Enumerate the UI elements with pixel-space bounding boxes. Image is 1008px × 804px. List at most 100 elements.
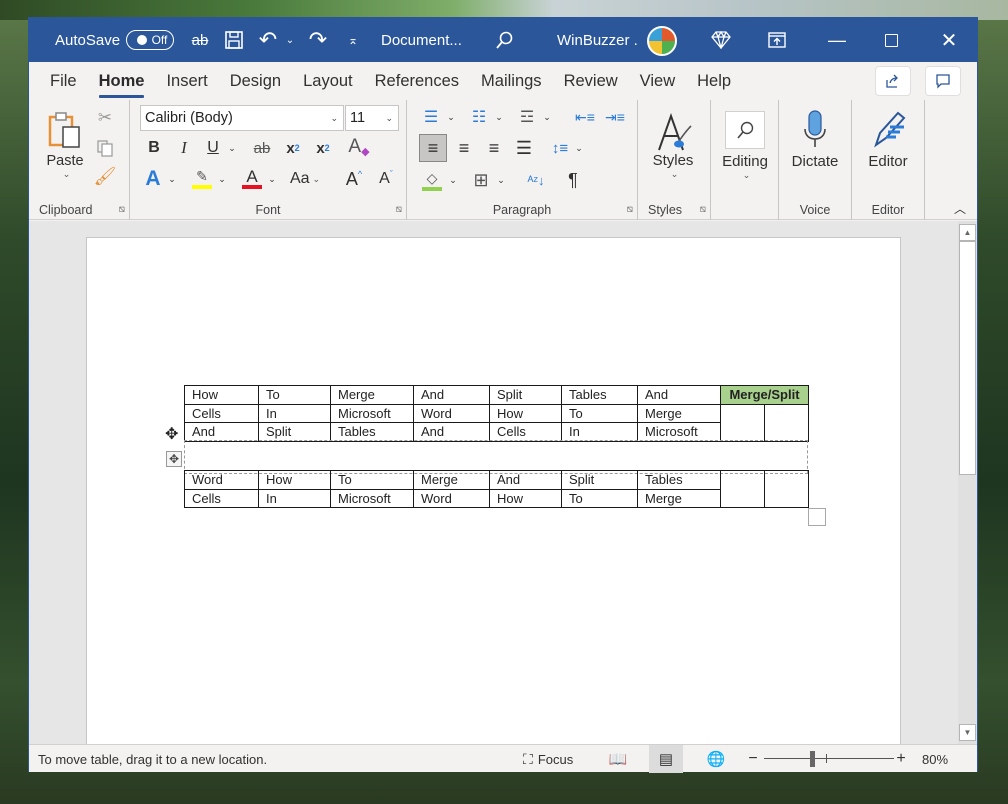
share-button[interactable] bbox=[875, 66, 911, 96]
scroll-down-icon[interactable]: ▼ bbox=[959, 724, 976, 741]
minimize-icon[interactable]: — bbox=[815, 18, 859, 62]
strikethrough-ab-icon[interactable]: ab bbox=[186, 18, 214, 62]
bullets-icon[interactable]: ☰ bbox=[419, 106, 443, 128]
table-cell[interactable]: Word bbox=[184, 470, 259, 490]
ribbon-display-icon[interactable] bbox=[763, 18, 791, 62]
table-cell-empty[interactable] bbox=[764, 403, 809, 442]
web-layout-icon[interactable]: 🌐 bbox=[705, 745, 727, 773]
table-bottom[interactable]: Word How To Merge And Split Tables Cells… bbox=[184, 470, 809, 508]
table-cell[interactable]: How bbox=[184, 385, 259, 405]
numbering-dropdown-icon[interactable]: ⌄ bbox=[493, 106, 505, 128]
tab-help[interactable]: Help bbox=[686, 62, 742, 100]
shading-button[interactable]: ◇ bbox=[419, 166, 445, 194]
table-cell[interactable]: Merge bbox=[413, 470, 490, 490]
table-cell[interactable]: And bbox=[413, 385, 490, 405]
cut-icon[interactable]: ✂ bbox=[93, 106, 117, 130]
table-cell[interactable]: Microsoft bbox=[330, 488, 414, 508]
numbering-icon[interactable]: ☷ bbox=[467, 106, 491, 128]
subscript-button[interactable]: x2 bbox=[282, 136, 304, 160]
shading-dropdown-icon[interactable]: ⌄ bbox=[447, 166, 459, 194]
dictate-button[interactable]: Dictate bbox=[783, 104, 847, 174]
strikethrough-button[interactable]: ab bbox=[250, 136, 274, 160]
table-resize-handle[interactable] bbox=[808, 508, 826, 526]
table-cell[interactable]: And bbox=[184, 422, 259, 442]
table-cell[interactable]: Cells bbox=[184, 488, 259, 508]
tab-layout[interactable]: Layout bbox=[292, 62, 364, 100]
customize-qat-icon[interactable]: ⌅ bbox=[339, 18, 367, 62]
tab-insert[interactable]: Insert bbox=[155, 62, 218, 100]
table-cell[interactable]: Word bbox=[413, 403, 490, 423]
borders-icon[interactable]: ⊞ bbox=[469, 166, 493, 194]
underline-dropdown-icon[interactable]: ⌄ bbox=[226, 136, 238, 160]
editor-button[interactable]: Editor bbox=[856, 104, 920, 174]
font-size-combo[interactable]: 11 ⌄ bbox=[345, 105, 399, 131]
table-cell[interactable]: Split bbox=[489, 385, 562, 405]
table-cell[interactable]: Microsoft bbox=[330, 403, 414, 423]
maximize-icon[interactable] bbox=[869, 18, 913, 62]
copy-icon[interactable] bbox=[93, 136, 117, 160]
table-cell[interactable]: Tables bbox=[330, 422, 414, 442]
table-cell[interactable]: In bbox=[258, 403, 331, 423]
zoom-level[interactable]: 80% bbox=[922, 745, 948, 773]
paragraph-launcher-icon[interactable]: ⧅ bbox=[627, 204, 633, 215]
read-mode-icon[interactable]: 📖 bbox=[607, 745, 629, 773]
increase-indent-icon[interactable]: ⇥≡ bbox=[603, 106, 627, 128]
merge-split-header-cell[interactable]: Merge/Split bbox=[720, 385, 809, 405]
font-color-button[interactable]: A bbox=[240, 164, 264, 192]
table-cell[interactable]: How bbox=[489, 403, 562, 423]
table-cell[interactable]: Microsoft bbox=[637, 422, 721, 442]
collapse-ribbon-icon[interactable]: ︿ bbox=[951, 200, 969, 216]
undo-icon[interactable]: ↶ bbox=[254, 18, 282, 62]
search-icon[interactable] bbox=[490, 18, 518, 62]
multilevel-list-icon[interactable]: ☲ bbox=[515, 106, 539, 128]
scroll-thumb[interactable] bbox=[959, 241, 976, 475]
editing-button[interactable]: Editing ⌄ bbox=[715, 104, 775, 188]
format-painter-icon[interactable]: 🖌 bbox=[93, 164, 117, 188]
table-cell-empty[interactable] bbox=[720, 403, 765, 442]
table-cell[interactable]: Merge bbox=[330, 385, 414, 405]
superscript-button[interactable]: x2 bbox=[312, 136, 334, 160]
vertical-scrollbar[interactable]: ▲ ▼ bbox=[958, 221, 977, 744]
table-cell-empty[interactable] bbox=[764, 470, 809, 508]
highlight-dropdown-icon[interactable]: ⌄ bbox=[216, 166, 228, 192]
clipboard-launcher-icon[interactable]: ⧅ bbox=[119, 204, 125, 215]
line-spacing-dropdown-icon[interactable]: ⌄ bbox=[573, 134, 585, 162]
grow-font-icon[interactable]: A ^ bbox=[342, 166, 366, 192]
table-cell[interactable]: Tables bbox=[561, 385, 638, 405]
styles-button[interactable]: Styles ⌄ bbox=[642, 104, 704, 188]
autosave-toggle[interactable]: Off bbox=[126, 30, 174, 50]
tab-design[interactable]: Design bbox=[219, 62, 292, 100]
align-left-button[interactable]: ≡ bbox=[419, 134, 447, 162]
table-cell[interactable]: How bbox=[258, 470, 331, 490]
scroll-up-icon[interactable]: ▲ bbox=[959, 224, 976, 241]
align-right-button[interactable]: ≡ bbox=[481, 134, 507, 162]
close-icon[interactable]: ✕ bbox=[927, 18, 971, 62]
undo-dropdown-icon[interactable]: ⌄ bbox=[283, 18, 297, 62]
table-cell[interactable]: How bbox=[489, 488, 562, 508]
styles-launcher-icon[interactable]: ⧅ bbox=[700, 204, 706, 215]
font-name-combo[interactable]: Calibri (Body) ⌄ bbox=[140, 105, 344, 131]
redo-icon[interactable]: ↷ bbox=[304, 18, 332, 62]
table-cell[interactable]: And bbox=[413, 422, 490, 442]
bullets-dropdown-icon[interactable]: ⌄ bbox=[445, 106, 457, 128]
tab-home[interactable]: Home bbox=[88, 62, 156, 100]
borders-dropdown-icon[interactable]: ⌄ bbox=[495, 166, 507, 194]
tab-mailings[interactable]: Mailings bbox=[470, 62, 553, 100]
table-cell[interactable]: Cells bbox=[489, 422, 562, 442]
highlight-color-button[interactable]: ✎ bbox=[190, 164, 214, 192]
change-case-button[interactable]: Aa ⌄ bbox=[288, 166, 322, 192]
justify-button[interactable]: ☰ bbox=[511, 134, 537, 162]
decrease-indent-icon[interactable]: ⇤≡ bbox=[573, 106, 597, 128]
comments-button[interactable] bbox=[925, 66, 961, 96]
table-top[interactable]: How To Merge And Split Tables And Merge/… bbox=[184, 385, 809, 442]
align-center-button[interactable]: ≡ bbox=[451, 134, 477, 162]
text-effects-dropdown-icon[interactable]: ⌄ bbox=[166, 166, 178, 192]
avatar[interactable] bbox=[647, 26, 677, 56]
table-cell[interactable]: Cells bbox=[184, 403, 259, 423]
table-cell[interactable]: To bbox=[561, 488, 638, 508]
table-cell-empty[interactable] bbox=[720, 470, 765, 508]
table-cell[interactable]: To bbox=[258, 385, 331, 405]
clear-formatting-icon[interactable]: A ◆ bbox=[346, 134, 372, 160]
document-title[interactable]: Document... bbox=[381, 18, 462, 62]
font-launcher-icon[interactable]: ⧅ bbox=[396, 204, 402, 215]
